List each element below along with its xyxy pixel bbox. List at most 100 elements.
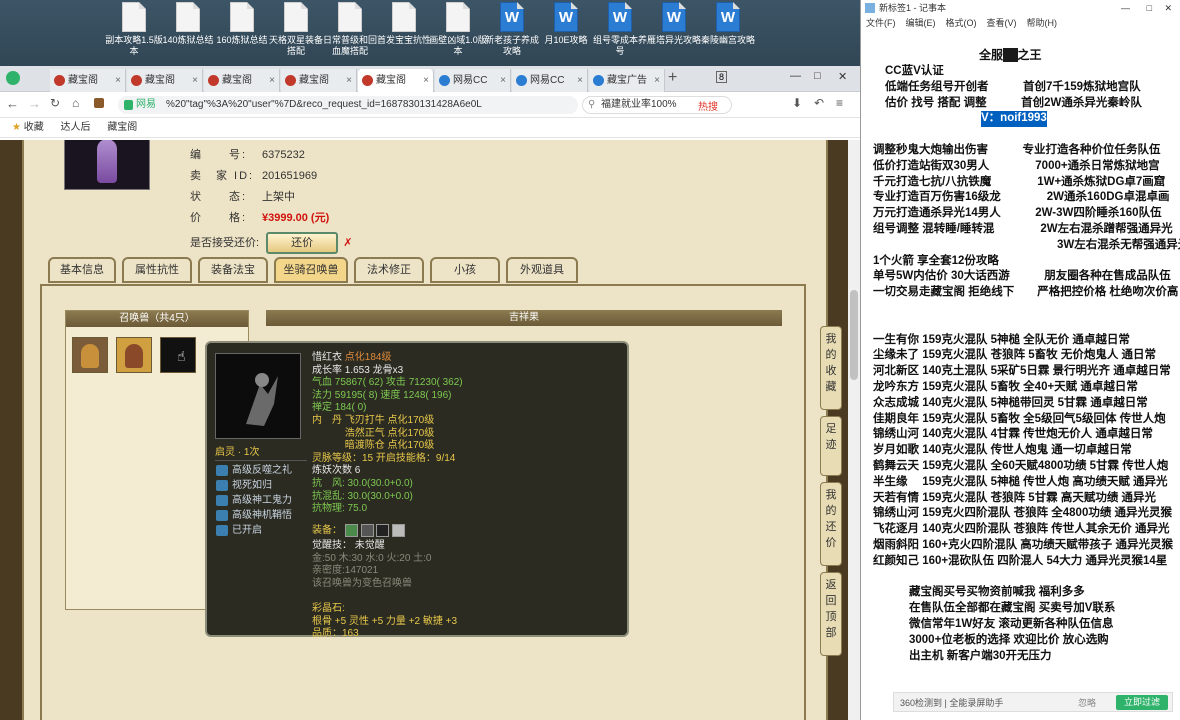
- desktop-file-icon[interactable]: W 组号零成本养号: [590, 2, 650, 64]
- browser-tab[interactable]: 藏宝阁 ×: [358, 69, 434, 92]
- maximize-icon[interactable]: □: [1147, 0, 1152, 16]
- browser-tab[interactable]: 藏宝阁 ×: [281, 69, 357, 92]
- desktop-file-icon[interactable]: 画壁凶域1.0版本: [428, 2, 488, 64]
- bargain-button[interactable]: 还价: [266, 232, 339, 254]
- desktop-file-icon[interactable]: 副本攻略1.5版本: [104, 2, 164, 64]
- desktop-file-icon[interactable]: 140炼狱总结: [158, 2, 218, 64]
- tab-close-icon[interactable]: ×: [192, 69, 198, 92]
- browser-logo-icon[interactable]: [6, 71, 20, 85]
- listing-tab[interactable]: 基本信息: [48, 257, 116, 283]
- menu-item[interactable]: 查看(V): [987, 18, 1017, 28]
- tab-close-icon[interactable]: ×: [500, 69, 506, 92]
- browser-tab[interactable]: 藏宝阁 ×: [204, 69, 280, 92]
- forward-icon[interactable]: →: [28, 96, 41, 111]
- pet-thumb-selected[interactable]: ☝: [160, 337, 196, 373]
- close-icon[interactable]: ✗: [343, 237, 352, 249]
- text-line: 在售队伍全部都在藏宝阁 买卖号加V联系: [909, 602, 1116, 615]
- pet-thumb[interactable]: [116, 337, 152, 373]
- menu-item[interactable]: 文件(F): [866, 18, 896, 28]
- url-input[interactable]: 网易 %20"tag"%3A%20"user"%7D&reco_request_…: [118, 96, 578, 114]
- desktop-file-icon[interactable]: W 月10E攻略: [536, 2, 596, 64]
- equip-slot-icon[interactable]: [376, 524, 390, 537]
- new-tab-icon[interactable]: +: [668, 69, 677, 87]
- close-icon[interactable]: ✕: [838, 70, 847, 83]
- listing-tab[interactable]: 法术修正: [354, 257, 424, 283]
- desktop-file-icon[interactable]: 160炼狱总结: [212, 2, 272, 64]
- listing-tab[interactable]: 属性抗性: [122, 257, 192, 283]
- pet-skill[interactable]: 已开启: [215, 523, 307, 538]
- minimize-icon[interactable]: —: [1121, 0, 1130, 16]
- tab-close-icon[interactable]: ×: [115, 69, 121, 92]
- browser-tab[interactable]: 藏宝广告 ×: [589, 69, 665, 92]
- desktop-file-icon[interactable]: W 新老孩子养成攻略: [482, 2, 542, 64]
- pet-title: 惜红衣 点化184级: [312, 352, 622, 365]
- listing-tab[interactable]: 坐骑召唤兽: [274, 257, 348, 283]
- hot-search-label[interactable]: 热搜: [698, 98, 718, 113]
- minimize-icon[interactable]: —: [790, 70, 801, 82]
- menu-item[interactable]: 帮助(H): [1027, 18, 1058, 28]
- tab-close-icon[interactable]: ×: [346, 69, 352, 92]
- maximize-icon[interactable]: □: [814, 70, 821, 82]
- pet-thumb[interactable]: [72, 337, 108, 373]
- text-line: 估价 找号 搭配 调整 首创2W通杀异光秦岭队: [885, 96, 1142, 109]
- refresh-icon[interactable]: ↻: [50, 96, 60, 110]
- equip-slot-icon[interactable]: [392, 524, 406, 537]
- desktop-file-icon[interactable]: 首发宝宝抗性: [374, 2, 434, 64]
- text-line: 锦绣山河 140克火混队 4甘霖 传世炮无价人 通卓越日常: [873, 428, 1153, 441]
- popup-ignore[interactable]: 忽略: [1078, 693, 1096, 713]
- url-site-label: 网易: [136, 99, 156, 110]
- side-button[interactable]: 我的收藏: [820, 326, 842, 410]
- listing-tab[interactable]: 外观道具: [506, 257, 578, 283]
- pet-skill[interactable]: 高级反噬之礼: [215, 463, 307, 478]
- side-button[interactable]: 返回顶部: [820, 572, 842, 656]
- pet-skill[interactable]: 视死如归: [215, 478, 307, 493]
- bookmark-favorites[interactable]: 收藏: [24, 122, 44, 133]
- side-button[interactable]: 足迹: [820, 416, 842, 476]
- download-icon[interactable]: ⬇: [792, 96, 802, 110]
- tab-count-badge[interactable]: 8: [716, 71, 728, 83]
- tab-close-icon[interactable]: ×: [654, 69, 660, 92]
- extra-line: 根骨 +5 灵性 +5 力量 +2 敏捷 +3: [312, 615, 458, 627]
- text-line: V：noif1993: [981, 111, 1047, 128]
- menu-item[interactable]: 编辑(E): [906, 18, 936, 28]
- wallet-icon[interactable]: [94, 98, 104, 108]
- bookmark-cbg[interactable]: 藏宝阁: [107, 122, 137, 133]
- desktop-file-icon[interactable]: W 秦陵幽宫攻略: [698, 2, 758, 64]
- tab-close-icon[interactable]: ×: [577, 69, 583, 92]
- browser-tab[interactable]: 藏宝阁 ×: [127, 69, 203, 92]
- tab-favicon-icon: [208, 75, 219, 86]
- bookmark-daren[interactable]: 达人后: [61, 122, 91, 133]
- side-button[interactable]: 我的还价: [820, 482, 842, 566]
- tab-favicon-icon: [516, 75, 527, 86]
- desktop-file-icon[interactable]: 日常普级和回血魔搭配: [320, 2, 380, 64]
- browser-tab[interactable]: 网易CC ×: [435, 69, 511, 92]
- stat-line: 抗物理: 75.0: [312, 503, 368, 515]
- menu-icon[interactable]: ≡: [836, 96, 843, 110]
- close-icon[interactable]: ✕: [1164, 0, 1172, 16]
- pet-skill[interactable]: 高级神工鬼力: [215, 493, 307, 508]
- undo-icon[interactable]: ↶: [814, 96, 824, 110]
- luck-fruit-header: 吉祥果: [266, 310, 782, 326]
- notepad-menubar: 文件(F) 编辑(E) 格式(O) 查看(V) 帮助(H): [861, 16, 1180, 30]
- desktop-file-label: 日常普级和回血魔搭配: [322, 35, 377, 56]
- desktop-file-icon[interactable]: 天格双星装备搭配: [266, 2, 326, 64]
- tab-close-icon[interactable]: ×: [423, 69, 429, 92]
- pet-tooltip: 启灵 · 1次 高级反噬之礼 视死如归 高级神工鬼力 高级神机鞘悟 已开启 惜红衣 点化…: [205, 341, 629, 639]
- menu-item[interactable]: 格式(O): [946, 18, 977, 28]
- popup-filter-button[interactable]: 立即过滤: [1115, 695, 1168, 710]
- listing-tab[interactable]: 装备法宝: [198, 257, 268, 283]
- listing-tab[interactable]: 小孩: [430, 257, 500, 283]
- page-scrollbar[interactable]: [848, 140, 860, 720]
- tab-close-icon[interactable]: ×: [269, 69, 275, 92]
- text-file-icon: [392, 2, 416, 32]
- browser-tab[interactable]: 藏宝阁 ×: [50, 69, 126, 92]
- equip-slot-icon[interactable]: [344, 524, 358, 537]
- equip-slot-icon[interactable]: [360, 524, 374, 537]
- back-icon[interactable]: ←: [6, 96, 19, 111]
- scrollbar-thumb[interactable]: [850, 290, 858, 380]
- home-icon[interactable]: ⌂: [72, 96, 79, 110]
- desktop-file-icon[interactable]: W 雁塔异光攻略: [644, 2, 704, 64]
- pet-skill[interactable]: 高级神机鞘悟: [215, 508, 307, 523]
- browser-tab[interactable]: 网易CC ×: [512, 69, 588, 92]
- pet-level: 点化184级: [344, 352, 392, 363]
